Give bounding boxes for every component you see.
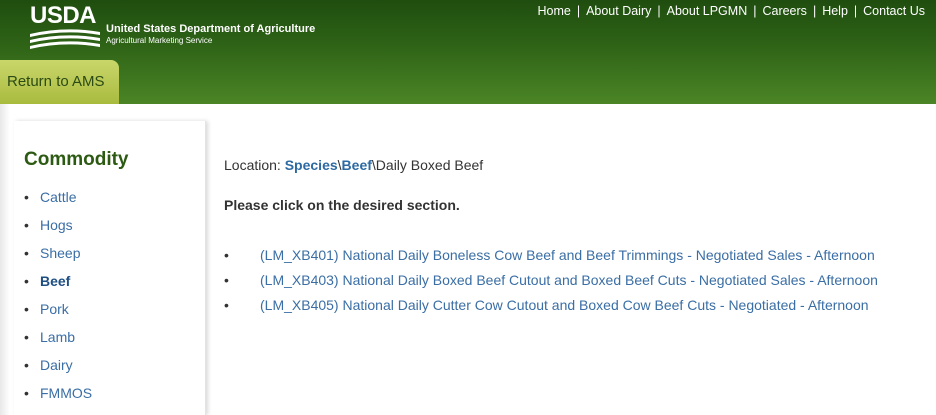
list-item: • (LM_XB405) National Daily Cutter Cow Cu…: [224, 295, 878, 320]
commodity-item-pork: • Pork: [24, 295, 92, 323]
report-list: • (LM_XB401) National Daily Boneless Cow …: [224, 245, 878, 320]
bullet-icon: •: [224, 297, 229, 313]
top-navigation: Home | About Dairy | About LPGMN | Careers | Hel…: [537, 4, 925, 18]
commodity-item-beef: • Beef: [24, 267, 92, 295]
bullet-icon: •: [24, 357, 29, 373]
bullet-icon: •: [24, 245, 29, 261]
breadcrumb: Location: Species\Beef\Daily Boxed Beef: [224, 157, 483, 173]
commodity-sidebar: Commodity • Cattle • Hogs • Sheep • Beef • Po…: [14, 121, 206, 415]
usda-logo-text: USDA: [30, 2, 97, 29]
commodity-heading: Commodity: [24, 149, 129, 170]
nav-home-link[interactable]: Home: [537, 4, 570, 18]
commodity-item-sheep: • Sheep: [24, 239, 92, 267]
nav-contact-us-link[interactable]: Contact Us: [863, 4, 925, 18]
breadcrumb-current: Daily Boxed Beef: [375, 157, 484, 173]
bullet-icon: •: [24, 189, 29, 205]
nav-separator: |: [753, 4, 757, 18]
report-link-xb405[interactable]: (LM_XB405) National Daily Cutter Cow Cut…: [260, 297, 869, 313]
return-to-ams-tab[interactable]: Return to AMS: [0, 60, 119, 104]
commodity-item-cattle: • Cattle: [24, 183, 92, 211]
list-item: • (LM_XB403) National Daily Boxed Beef Cu…: [224, 270, 878, 295]
bullet-icon: •: [24, 329, 29, 345]
usda-logo-swoosh-icon: [30, 29, 100, 49]
commodity-link-dairy[interactable]: Dairy: [40, 357, 73, 373]
commodity-link-pork[interactable]: Pork: [40, 301, 69, 317]
page: USDA United States Department of Agricul…: [0, 0, 936, 415]
breadcrumb-beef-link[interactable]: Beef: [342, 157, 372, 173]
commodity-list: • Cattle • Hogs • Sheep • Beef • Pork • Lamb •…: [24, 183, 92, 407]
commodity-link-beef[interactable]: Beef: [40, 273, 70, 289]
nav-separator: |: [576, 4, 581, 18]
list-item: • (LM_XB401) National Daily Boneless Cow …: [224, 245, 878, 270]
agency-subtitle: Agricultural Marketing Service: [106, 36, 213, 45]
site-header: USDA United States Department of Agricul…: [0, 0, 936, 104]
nav-help-link[interactable]: Help: [822, 4, 848, 18]
bullet-icon: •: [24, 217, 29, 233]
bullet-icon: •: [24, 385, 29, 401]
commodity-item-fmmos: • FMMOS: [24, 379, 92, 407]
bullet-icon: •: [24, 273, 29, 289]
commodity-link-lamb[interactable]: Lamb: [40, 329, 75, 345]
commodity-link-cattle[interactable]: Cattle: [40, 189, 77, 205]
nav-about-lpgmn-link[interactable]: About LPGMN: [667, 4, 748, 18]
commodity-item-lamb: • Lamb: [24, 323, 92, 351]
report-link-xb403[interactable]: (LM_XB403) National Daily Boxed Beef Cut…: [260, 272, 878, 288]
bullet-icon: •: [224, 272, 229, 288]
bullet-icon: •: [224, 247, 229, 263]
nav-about-dairy-link[interactable]: About Dairy: [586, 4, 651, 18]
usda-logo[interactable]: USDA: [30, 4, 100, 54]
location-label: Location:: [224, 157, 281, 173]
commodity-link-hogs[interactable]: Hogs: [40, 217, 73, 233]
commodity-link-sheep[interactable]: Sheep: [40, 245, 80, 261]
commodity-item-hogs: • Hogs: [24, 211, 92, 239]
nav-separator: |: [657, 4, 661, 18]
breadcrumb-species-link[interactable]: Species: [285, 157, 338, 173]
bullet-icon: •: [24, 301, 29, 317]
report-link-xb401[interactable]: (LM_XB401) National Daily Boneless Cow B…: [260, 247, 875, 263]
agency-name: United States Department of Agriculture: [106, 23, 316, 35]
nav-separator: |: [812, 4, 817, 18]
nav-careers-link[interactable]: Careers: [762, 4, 806, 18]
nav-separator: |: [853, 4, 858, 18]
instruction-text: Please click on the desired section.: [224, 197, 460, 213]
commodity-link-fmmos[interactable]: FMMOS: [40, 385, 92, 401]
commodity-item-dairy: • Dairy: [24, 351, 92, 379]
sidebar-left-shadow: [0, 104, 10, 415]
